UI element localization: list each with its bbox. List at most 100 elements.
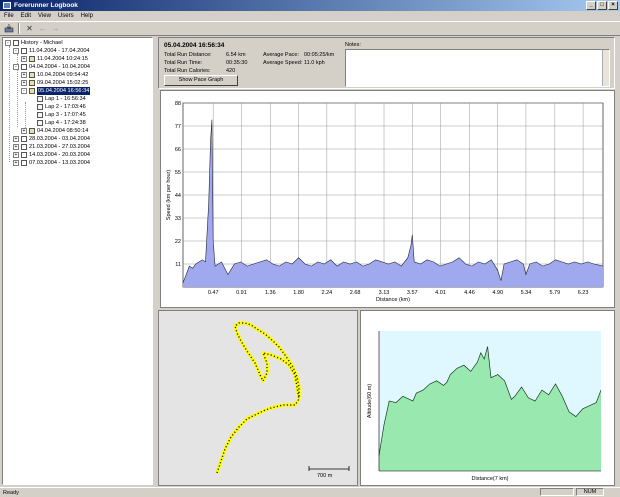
collapse-icon[interactable]: - (5, 40, 11, 46)
pace-label: Average Pace: (263, 52, 299, 58)
x-tick-label: 2.68 (350, 290, 361, 296)
menu-file[interactable]: File (4, 11, 14, 21)
status-bar: Ready (0, 487, 620, 497)
tree-node-label: 11.04.2004 10:24:15 (37, 56, 88, 62)
x-tick-label: 1.36 (265, 290, 276, 296)
lap-icon (37, 96, 43, 102)
status-text: Ready (3, 490, 19, 496)
collapse-icon[interactable]: - (13, 48, 19, 54)
expand-icon[interactable]: + (13, 160, 19, 166)
tree-node[interactable]: Lap 3 - 17:07:45 (29, 111, 86, 119)
maximize-button[interactable]: □ (597, 1, 607, 10)
close-button[interactable]: × (608, 1, 618, 10)
download-icon (4, 24, 13, 33)
y-tick-label: 88 (175, 101, 181, 107)
x-axis-label: Distance(7 km) (472, 476, 509, 482)
tree-node[interactable]: +14.03.2004 - 20.03.2004 (13, 151, 90, 159)
tree-node[interactable]: +07.03.2004 - 13.03.2004 (13, 159, 90, 167)
time-value: 00:35:30 (226, 60, 248, 66)
route-track (215, 321, 301, 474)
altitude-chart: Distance(7 km) Altitude(60 m) (367, 331, 602, 482)
notes-scrollbar[interactable] (602, 50, 609, 86)
delete-button[interactable]: ✕ (24, 23, 35, 34)
back-button[interactable]: ← (37, 23, 48, 34)
tree-node[interactable]: +04.04.2004 08:50:14 (21, 127, 88, 135)
tree-node[interactable]: Lap 1 - 16:56:34 (29, 95, 86, 103)
tree-node[interactable]: +10.04.2004 09:54:42 (21, 71, 88, 79)
run-icon (29, 128, 35, 134)
week-icon (21, 136, 27, 142)
run-icon (29, 80, 35, 86)
x-axis-label: Distance (km) (376, 297, 410, 303)
tree-node[interactable]: +11.04.2004 10:24:15 (21, 55, 88, 63)
expand-icon[interactable]: + (13, 152, 19, 158)
tree-node-label: Lap 2 - 17:03:46 (45, 104, 86, 110)
y-tick-label: 22 (175, 239, 181, 245)
menu-view[interactable]: View (38, 11, 51, 21)
tree-node[interactable]: Lap 2 - 17:03:46 (29, 103, 86, 111)
tree-node[interactable]: - 05.04.2004 16:56:34 (21, 87, 91, 95)
week-icon (21, 144, 27, 150)
tree-node-label: 09.04.2004 15:02:25 (37, 80, 89, 86)
x-tick-label: 4.01 (435, 290, 446, 296)
user-icon (13, 40, 19, 46)
notes-textarea[interactable] (345, 49, 610, 87)
lap-icon (37, 104, 43, 110)
run-icon (29, 72, 35, 78)
menu-help[interactable]: Help (81, 11, 93, 21)
show-pace-graph-button[interactable]: Show Pace Graph (164, 75, 238, 86)
run-date: 05.04.2004 16:56:34 (164, 42, 225, 49)
y-axis-label: Altitude(60 m) (367, 384, 373, 418)
calories-label: Total Run Calories: (164, 68, 211, 74)
tree-node-label: Lap 3 - 17:07:45 (45, 112, 86, 118)
x-tick-label: 0.91 (236, 290, 247, 296)
window-title: Forerunner Logbook (14, 2, 78, 9)
tree-node[interactable]: +28.03.2004 - 03.04.2004 (13, 135, 90, 143)
y-tick-label: 55 (175, 170, 181, 176)
history-tree[interactable]: - History - Michael -11.04.2004 - 17.04.20… (2, 37, 153, 485)
lap-icon (37, 112, 43, 118)
app-icon (3, 2, 11, 9)
menu-edit[interactable]: Edit (21, 11, 31, 21)
x-tick-label: 3.57 (407, 290, 418, 296)
distance-label: Total Run Distance: (164, 52, 212, 58)
expand-icon[interactable]: + (21, 80, 27, 86)
status-panel-empty (540, 488, 574, 496)
expand-icon[interactable]: + (21, 72, 27, 78)
forward-button[interactable]: → (50, 23, 61, 34)
tree-node-label: Lap 4 - 17:24:38 (45, 120, 86, 126)
tree-node-label: 10.04.2004 09:54:42 (37, 72, 89, 78)
tree-node-label: 28.03.2004 - 03.04.2004 (29, 136, 90, 142)
tree-node[interactable]: - 04.04.2004 - 10.04.2004 (13, 63, 90, 71)
minimize-button[interactable]: _ (586, 1, 596, 10)
x-tick-label: 4.46 (464, 290, 475, 296)
menu-users[interactable]: Users (58, 11, 74, 21)
speed-chart-panel: 88 77 66 55 44 33 22 11 0.47 0.91 1.36 1.80 2.24 2.68… (160, 90, 615, 308)
map-scale-label: 700 m (317, 473, 333, 479)
x-tick-label: 2.24 (321, 290, 332, 296)
collapse-icon[interactable]: - (21, 88, 27, 94)
run-icon (29, 88, 35, 94)
expand-icon[interactable]: + (21, 128, 27, 134)
tree-node[interactable]: Lap 4 - 17:24:38 (29, 119, 86, 127)
open-button[interactable] (3, 23, 14, 34)
collapse-icon[interactable]: - (13, 64, 19, 70)
tree-node[interactable]: - History - Michael (5, 39, 63, 47)
expand-icon[interactable]: + (21, 56, 27, 62)
speed-label: Average Speed: (263, 60, 303, 66)
tree-node-label: 14.03.2004 - 20.03.2004 (29, 152, 90, 158)
toolbar-separator (18, 23, 20, 34)
x-tick-label: 5.34 (521, 290, 532, 296)
pace-value: 00:05:25/km (304, 52, 335, 58)
x-tick-label: 0.47 (208, 290, 219, 296)
expand-icon[interactable]: + (13, 144, 19, 150)
x-tick-label: 3.13 (379, 290, 390, 296)
y-axis-label: Speed (km per hour) (166, 170, 172, 221)
tree-node[interactable]: - 11.04.2004 - 17.04.2004 (13, 47, 90, 55)
tree-node-label: 05.04.2004 16:56:34 (37, 87, 91, 95)
tree-node[interactable]: +09.04.2004 15:02:25 (21, 79, 88, 87)
tree-node-label: 04.04.2004 - 10.04.2004 (29, 64, 90, 70)
tree-node[interactable]: +21.03.2004 - 27.03.2004 (13, 143, 90, 151)
time-label: Total Run Time: (164, 60, 203, 66)
expand-icon[interactable]: + (13, 136, 19, 142)
